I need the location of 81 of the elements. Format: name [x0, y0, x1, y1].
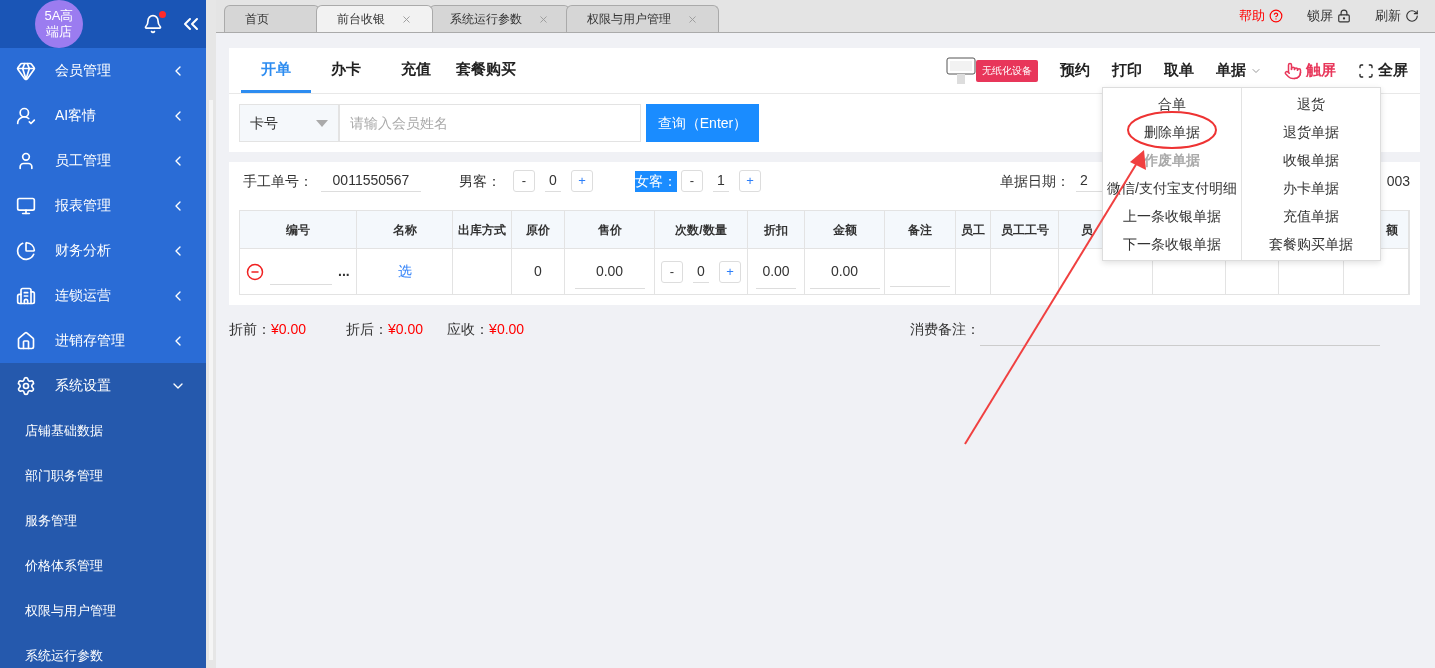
total-value: ¥0.00 [388, 319, 424, 339]
column-header: 售价 [597, 221, 622, 239]
total-value: ¥0.00 [489, 319, 525, 339]
header-link[interactable]: 锁屏 [1307, 6, 1351, 26]
remark-label: 消费备注： [910, 319, 981, 339]
count-field[interactable]: 0 [693, 260, 709, 283]
manual-number-field[interactable]: 0011550567 [321, 170, 421, 192]
column-header: 员工 [961, 221, 985, 239]
menu-item[interactable]: 充值单据 [1242, 202, 1380, 230]
total-value: ¥0.00 [271, 319, 307, 339]
discount-field[interactable]: 0.00 [756, 254, 796, 289]
column-header: 次数/数量 [675, 221, 727, 239]
count-field[interactable]: 1 [713, 170, 729, 192]
minus-button[interactable]: - [661, 260, 683, 283]
column-header: 员 [1081, 221, 1093, 239]
total-label: 折前： [229, 319, 271, 339]
column-header: 额 [1386, 221, 1398, 239]
order-tab[interactable]: 办卡 [311, 48, 381, 93]
sidebar-item[interactable]: 会员管理 [0, 48, 206, 93]
select-link[interactable]: 选 [397, 261, 412, 282]
submenu-item[interactable]: 系统运行参数 [0, 633, 206, 668]
page-tab[interactable]: 权限与用户管理 [566, 5, 719, 32]
menu-item[interactable]: 退货单据 [1242, 118, 1380, 146]
paperless-device-badge[interactable]: 无纸化设备 [976, 59, 1038, 82]
column-header: 备注 [908, 221, 932, 239]
menu-item[interactable]: 删除单据 [1103, 118, 1241, 146]
menu-item[interactable]: 办卡单据 [1242, 174, 1380, 202]
original-price: 0 [534, 262, 542, 281]
sidebar-item[interactable]: 进销存管理 [0, 318, 206, 363]
header-link[interactable]: 刷新 [1375, 6, 1419, 26]
toolbar-button[interactable]: 打印 [1112, 59, 1142, 82]
manual-number-label: 手工单号： [243, 171, 313, 191]
search-type-select[interactable]: 卡号 [239, 104, 339, 142]
toolbar-button[interactable]: 单据 [1216, 59, 1262, 82]
submenu-item[interactable]: 价格体系管理 [0, 543, 206, 588]
column-header: 名称 [392, 221, 417, 239]
plus-button[interactable]: + [719, 260, 741, 283]
submenu-item[interactable]: 店铺基础数据 [0, 408, 206, 453]
submenu-item[interactable]: 权限与用户管理 [0, 588, 206, 633]
menu-item[interactable]: 收银单据 [1242, 146, 1380, 174]
toolbar-button[interactable]: 触屏 [1284, 59, 1336, 82]
minus-button[interactable]: - [513, 170, 535, 192]
amount-field[interactable]: 0.00 [809, 254, 880, 289]
order-tab[interactable]: 套餐购买 [451, 48, 521, 93]
submenu-item[interactable]: 部门职务管理 [0, 453, 206, 498]
column-header: 折扣 [764, 221, 788, 239]
total-label: 应收： [447, 319, 490, 339]
total-label: 折后： [346, 319, 389, 339]
count-field[interactable]: 0 [545, 170, 561, 192]
sale-price-field[interactable]: 0.00 [574, 254, 645, 289]
plus-button[interactable]: + [571, 170, 593, 192]
menu-item[interactable]: 上一条收银单据 [1103, 202, 1241, 230]
page-tab[interactable]: 前台收银 [316, 5, 433, 32]
toolbar-button[interactable]: 预约 [1060, 59, 1090, 82]
order-number-text: 003 [1386, 171, 1410, 191]
toolbar-button[interactable]: 全屏 [1358, 59, 1408, 82]
menu-item[interactable]: 退货 [1242, 90, 1380, 118]
menu-item[interactable]: 下一条收银单据 [1103, 230, 1241, 258]
male-guest-label: 男客： [459, 171, 501, 191]
menu-item[interactable]: 合单 [1103, 90, 1241, 118]
female-guest-label: 女客： [635, 170, 677, 192]
order-tab[interactable]: 充值 [381, 48, 451, 93]
column-header: 员工工号 [1000, 221, 1049, 239]
sidebar-item[interactable]: 员工管理 [0, 138, 206, 183]
more-button[interactable]: ... [338, 261, 350, 282]
menu-item[interactable]: 套餐购买单据 [1242, 230, 1380, 258]
sidebar-item[interactable]: 系统设置 [0, 363, 206, 408]
submenu-item[interactable]: 服务管理 [0, 498, 206, 543]
column-header: 出库方式 [458, 221, 506, 239]
column-header: 编号 [286, 221, 310, 239]
column-header: 原价 [526, 221, 550, 239]
sidebar-item[interactable]: 连锁运营 [0, 273, 206, 318]
sidebar-item[interactable]: 财务分析 [0, 228, 206, 273]
column-header: 金额 [832, 221, 857, 239]
sidebar-item[interactable]: 报表管理 [0, 183, 206, 228]
minus-button[interactable]: - [681, 170, 703, 192]
plus-button[interactable]: + [739, 170, 761, 192]
toolbar-button[interactable]: 取单 [1164, 59, 1194, 82]
sidebar-item[interactable]: AI客情 [0, 93, 206, 138]
member-search-field[interactable]: 请输入会员姓名 [339, 104, 641, 142]
date-label: 单据日期： [1000, 171, 1070, 191]
